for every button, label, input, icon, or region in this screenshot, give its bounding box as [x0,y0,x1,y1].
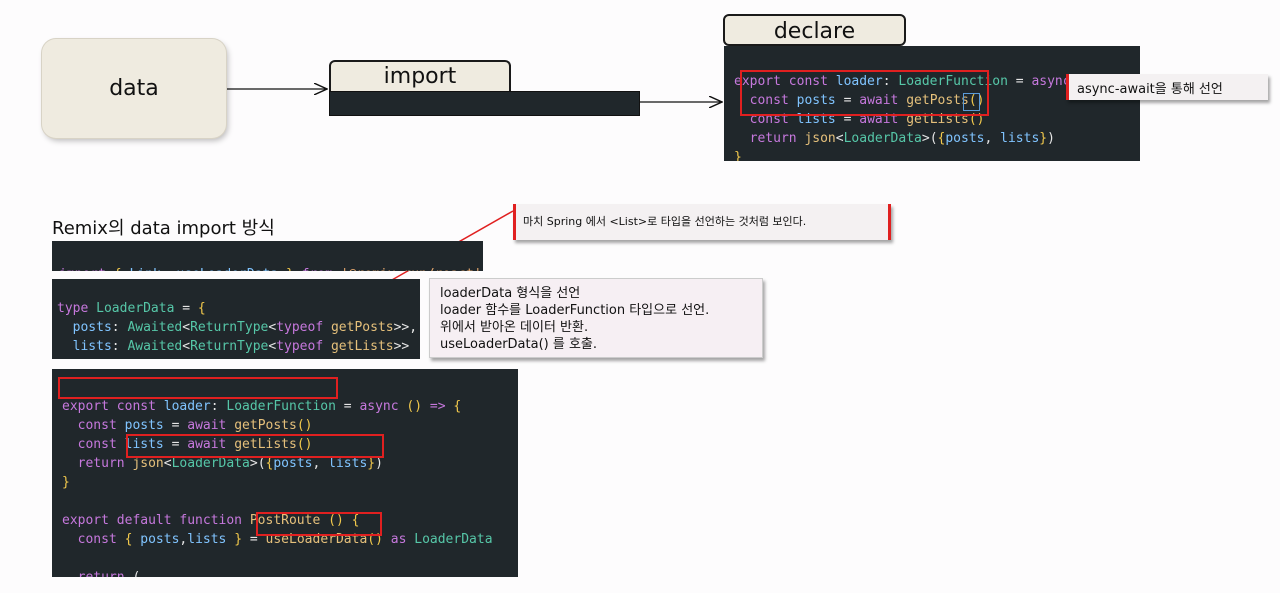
highlight-json-return [126,434,384,458]
route-code-block: export const loader: LoaderFunction = as… [52,369,518,577]
note-line-4: useLoaderData() 를 호출. [440,337,597,352]
data-node: data [42,39,226,138]
highlight-export-loader [58,377,338,399]
loaderdata-type-code: type LoaderData = { posts: Awaited<Retur… [52,279,420,359]
import-node: import [329,60,511,91]
loader-explanation-note: loaderData 형식을 선언 loader 함수를 LoaderFunct… [429,278,763,358]
async-await-note: async-await을 통해 선언 [1066,74,1268,100]
data-node-label: data [109,76,159,101]
import-code-block: import { getLists, getPosts } from "~/ [329,91,640,116]
note-line-1: loaderData 형식을 선언 [440,286,581,301]
import-node-label: import [383,64,457,89]
remix-import-code: import { Link, useLoaderData } from '@re… [52,241,483,271]
highlight-await-lines [740,70,989,116]
declare-node-label: declare [773,19,856,44]
spring-note: 마치 Spring 에서 <List>로 타입을 선언하는 것처럼 보인다. [513,204,891,240]
async-await-note-text: async-await을 통해 선언 [1077,82,1223,97]
note-line-3: 위에서 받아온 데이터 반환. [440,320,589,335]
declare-node: declare [723,14,906,46]
highlight-useloaderdata [256,512,382,536]
spring-note-text: 마치 Spring 에서 <List>로 타입을 선언하는 것처럼 보인다. [523,215,807,228]
note-line-2: loader 함수를 LoaderFunction 타입으로 선언. [440,303,710,318]
section-title: Remix의 data import 방식 [52,218,275,239]
highlight-getlists-paren [963,93,980,111]
